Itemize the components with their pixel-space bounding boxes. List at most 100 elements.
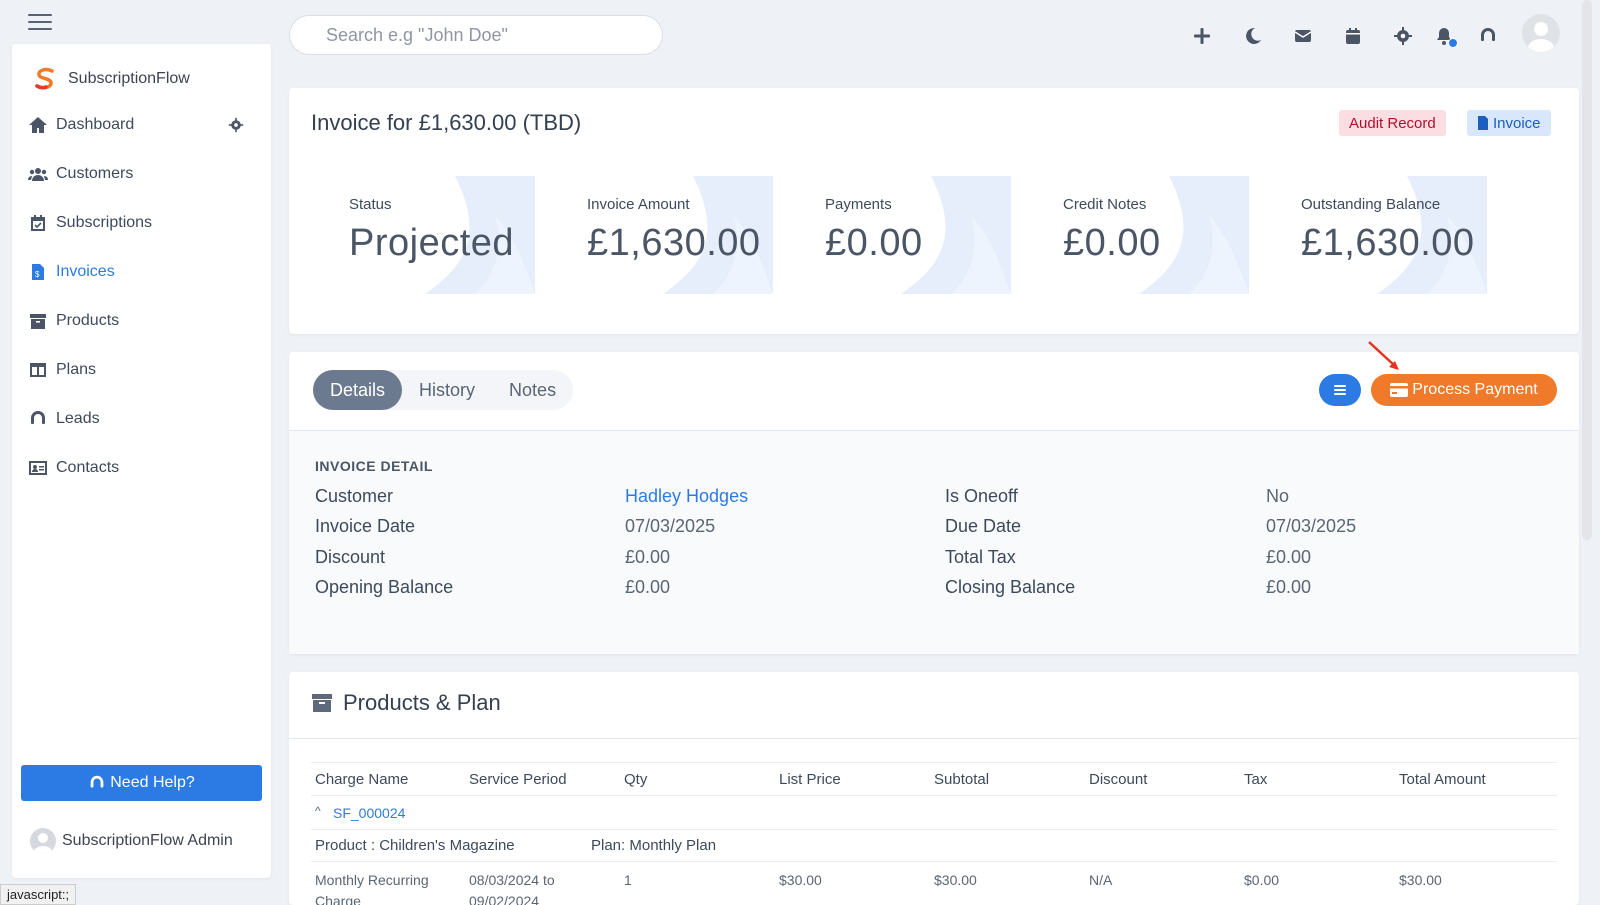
- sidebar-item-label: Leads: [56, 410, 100, 427]
- invoice-detail-heading: INVOICE DETAIL: [315, 458, 433, 474]
- column-header: Charge Name: [315, 771, 409, 788]
- sidebar-item-leads[interactable]: Leads: [28, 404, 258, 434]
- stat-invoice-amount: Invoice Amount £1,630.00: [563, 176, 773, 294]
- actions-menu-button[interactable]: [1319, 374, 1361, 406]
- sidebar-item-label: Customers: [56, 165, 134, 182]
- chevron-up-icon[interactable]: ^: [315, 804, 321, 818]
- detail-label: Opening Balance: [315, 577, 454, 597]
- headset-icon[interactable]: [1476, 24, 1500, 48]
- stat-label: Status: [349, 196, 392, 213]
- detail-label: Discount: [315, 547, 386, 567]
- bell-icon[interactable]: [1432, 24, 1458, 48]
- sidebar-item-contacts[interactable]: Contacts: [28, 453, 258, 483]
- sidebar-item-label: Contacts: [56, 459, 120, 476]
- process-payment-button[interactable]: Process Payment: [1371, 374, 1557, 406]
- detail-label: Invoice Date: [315, 516, 416, 536]
- stat-value: £0.00: [825, 222, 923, 264]
- dashboard-settings-gear-icon[interactable]: [228, 117, 244, 133]
- need-help-label: Need Help?: [110, 774, 195, 791]
- plus-icon[interactable]: [1190, 24, 1214, 48]
- top-toolbar: [1140, 14, 1600, 58]
- stat-label: Credit Notes: [1063, 196, 1147, 213]
- page-title: Invoice for £1,630.00 (TBD): [311, 110, 582, 135]
- stat-value: £1,630.00: [1301, 222, 1475, 264]
- stat-label: Invoice Amount: [587, 196, 690, 213]
- browser-status-bar: javascript:;: [0, 884, 77, 905]
- subtotal-cell: $30.00: [934, 872, 977, 888]
- calendar-check-icon: [31, 215, 45, 231]
- sidebar-item-products[interactable]: Products: [28, 306, 258, 336]
- stat-value: Projected: [349, 222, 515, 264]
- sidebar-item-invoices[interactable]: $ Invoices: [28, 257, 258, 287]
- product-label: Product : Children's Magazine: [315, 837, 515, 854]
- hamburger-menu-icon[interactable]: [28, 14, 52, 32]
- tab-history[interactable]: History: [402, 370, 492, 410]
- avatar: [30, 828, 56, 854]
- brand[interactable]: SubscriptionFlow: [32, 66, 190, 92]
- svg-text:$: $: [35, 270, 40, 279]
- stat-label: Outstanding Balance: [1301, 196, 1441, 213]
- products-plan-title: Products & Plan: [311, 690, 501, 716]
- envelope-icon[interactable]: [1291, 24, 1315, 48]
- detail-value: 07/03/2025: [1266, 516, 1357, 536]
- sidebar-item-plans[interactable]: Plans: [28, 355, 258, 385]
- tabs: Details History Notes: [313, 370, 574, 410]
- address-card-icon: [29, 461, 47, 475]
- cell-line: 08/03/2024 to: [469, 872, 555, 888]
- invoice-icon: [1478, 116, 1488, 130]
- calendar-icon[interactable]: [1341, 24, 1365, 48]
- search-input[interactable]: [289, 15, 663, 55]
- detail-label: Total Tax: [945, 547, 1016, 567]
- stat-payments: Payments £0.00: [801, 176, 1011, 294]
- detail-label: Due Date: [945, 516, 1022, 536]
- discount-cell: N/A: [1089, 872, 1113, 888]
- stat-value: £1,630.00: [587, 222, 761, 264]
- need-help-button[interactable]: Need Help?: [21, 765, 262, 801]
- moon-icon[interactable]: [1241, 24, 1265, 48]
- audit-record-badge[interactable]: Audit Record: [1339, 110, 1446, 136]
- headset-icon: [31, 411, 45, 424]
- table-row: Monthly Recurring Charge 08/03/2024 to 0…: [311, 862, 1557, 905]
- column-header: List Price: [779, 771, 841, 788]
- cell-line: Charge: [315, 893, 361, 905]
- divider: [289, 738, 1579, 739]
- sidebar-item-dashboard[interactable]: Dashboard: [28, 110, 258, 140]
- detail-value: 07/03/2025: [625, 516, 716, 536]
- sidebar-item-subscriptions[interactable]: Subscriptions: [28, 208, 258, 238]
- subscription-group-row[interactable]: ^ SF_000024: [311, 796, 1557, 830]
- notification-dot: [1448, 38, 1458, 48]
- user-avatar[interactable]: [1522, 14, 1560, 52]
- column-header: Tax: [1244, 771, 1268, 788]
- page-scrollbar[interactable]: [1582, 0, 1592, 540]
- column-header: Qty: [624, 771, 648, 788]
- home-icon: [29, 117, 47, 133]
- detail-value: £0.00: [1266, 577, 1312, 597]
- subscription-link[interactable]: SF_000024: [333, 805, 405, 821]
- admin-profile[interactable]: SubscriptionFlow Admin: [30, 828, 233, 854]
- columns-icon: [30, 363, 46, 377]
- column-header: Subtotal: [934, 771, 990, 788]
- brand-name: SubscriptionFlow: [68, 70, 190, 87]
- table-header: Charge Name Service Period Qty List Pric…: [311, 762, 1557, 796]
- sidebar-item-label: Plans: [56, 361, 97, 378]
- sidebar-item-customers[interactable]: Customers: [28, 159, 258, 189]
- invoice-icon: $: [32, 264, 44, 280]
- products-table: Charge Name Service Period Qty List Pric…: [311, 762, 1557, 905]
- tab-notes[interactable]: Notes: [492, 370, 573, 410]
- detail-value: £0.00: [625, 577, 671, 597]
- products-plan-card: Products & Plan Charge Name Service Peri…: [289, 672, 1579, 905]
- sidebar-item-label: Subscriptions: [56, 214, 153, 231]
- tab-details[interactable]: Details: [313, 370, 403, 410]
- cell-line: 09/02/2024: [469, 893, 540, 905]
- detail-value: No: [1266, 486, 1290, 506]
- plan-label: Plan: Monthly Plan: [591, 837, 717, 854]
- admin-name: SubscriptionFlow Admin: [62, 832, 233, 849]
- list-icon: [1334, 385, 1346, 395]
- stat-credit-notes: Credit Notes £0.00: [1039, 176, 1249, 294]
- gear-icon[interactable]: [1391, 24, 1415, 48]
- sidebar: SubscriptionFlow Dashboard Customers Sub…: [12, 44, 271, 878]
- detail-label: Customer: [315, 486, 394, 506]
- customer-link[interactable]: Hadley Hodges: [625, 486, 748, 507]
- detail-value: £0.00: [1266, 547, 1312, 567]
- invoice-badge[interactable]: Invoice: [1467, 110, 1551, 136]
